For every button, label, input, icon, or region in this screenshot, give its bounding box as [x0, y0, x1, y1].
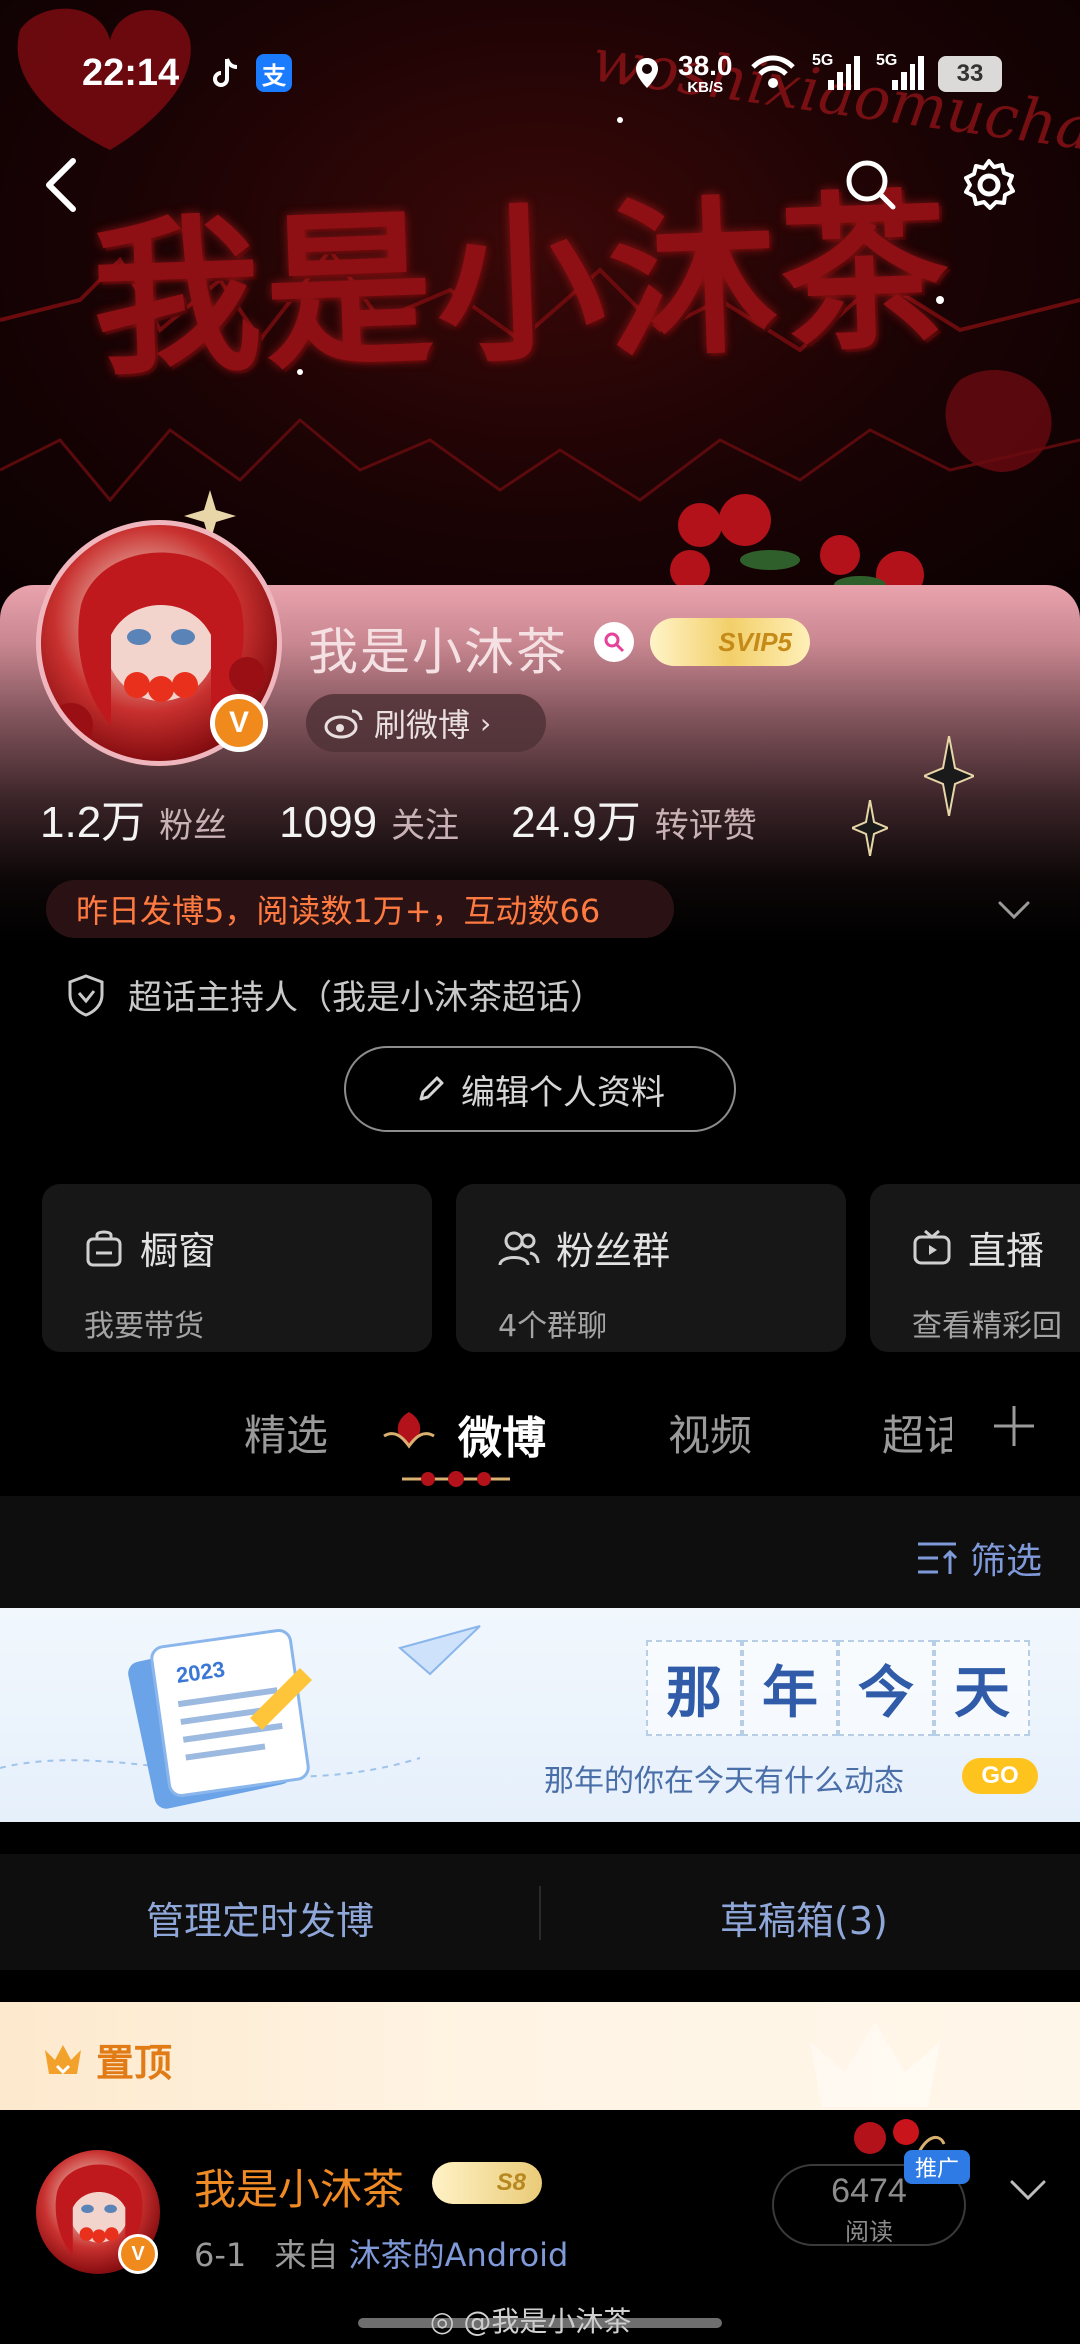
chevron-down-icon[interactable]: [994, 890, 1034, 930]
profile-stats: 1.2万 粉丝 1099 关注 24.9万 转评赞: [40, 786, 809, 850]
edit-profile-button[interactable]: 编辑个人资料: [344, 1046, 736, 1132]
feature-subtitle-fan-group: 4个群聊: [498, 1309, 608, 1344]
pinned-header: 置顶: [0, 2002, 1080, 2110]
edit-profile-label: 编辑个人资料: [461, 1072, 665, 1113]
feature-card-live[interactable]: 直播 查看精彩回: [870, 1184, 1080, 1352]
scheduled-posts-button[interactable]: 管理定时发博: [146, 1890, 374, 1945]
alipay-icon: 支: [256, 54, 292, 92]
followers-count[interactable]: 1.2万: [40, 786, 145, 850]
post-date: 6-1: [194, 2236, 247, 2274]
pinned-text: 置顶: [96, 2041, 173, 2085]
title-char: 年: [742, 1640, 838, 1736]
crown-watermark-icon: [810, 2022, 940, 2107]
net-speed: 38.0 KB/S: [678, 50, 733, 96]
tab-weibo[interactable]: 微博: [458, 1402, 546, 1466]
title-char: 今: [838, 1640, 934, 1736]
signal-1-label: 5G: [812, 52, 834, 69]
drafts-button[interactable]: 草稿箱(3): [720, 1890, 888, 1945]
back-arrow-icon: [46, 158, 76, 212]
feature-title-fan-group: 粉丝群: [556, 1229, 671, 1273]
profile-tabs: 精选 微博 视频 超话: [0, 1386, 1080, 1496]
shield-icon: [68, 973, 104, 1017]
tab-featured[interactable]: 精选: [244, 1402, 328, 1463]
banner-title: 我是小沐茶: [89, 171, 956, 399]
pinned-label: 置顶: [42, 2032, 172, 2087]
following-count[interactable]: 1099: [279, 798, 377, 848]
feature-subtitle-live: 查看精彩回: [912, 1309, 1062, 1344]
add-tab-icon[interactable]: [990, 1402, 1038, 1450]
shua-weibo-button[interactable]: 刷微博 ›: [306, 694, 546, 752]
pencil-icon: [419, 1076, 444, 1101]
verified-badge-icon: V: [210, 694, 268, 752]
signal-2-icon: 5G: [876, 52, 924, 90]
sparkle-icon: [924, 736, 974, 816]
level-badge[interactable]: S8: [432, 2162, 542, 2204]
filter-button[interactable]: 筛选: [916, 1532, 1042, 1584]
read-label: 阅读: [845, 2218, 893, 2246]
weibo-icon: [324, 709, 363, 739]
go-button[interactable]: GO: [962, 1758, 1038, 1794]
daily-summary[interactable]: 昨日发博5，阅读数1万+，互动数66: [46, 880, 674, 938]
calendar-illustration: 2023: [0, 1625, 481, 1809]
battery-indicator: 33: [938, 56, 1002, 92]
back-button[interactable]: [26, 150, 96, 220]
post-from-prefix: 来自: [274, 2236, 339, 2274]
home-indicator[interactable]: [358, 2318, 722, 2328]
group-icon: [498, 1231, 540, 1265]
tab-rose-decoration-icon: [383, 1412, 435, 1449]
search-icon: [846, 160, 896, 210]
tv-icon: [913, 1229, 951, 1264]
shua-weibo-label: 刷微博: [374, 706, 471, 744]
title-char: 那: [646, 1640, 742, 1736]
divider: [539, 1886, 541, 1940]
feature-title-shop: 橱窗: [140, 1229, 217, 1273]
super-topic-host-row[interactable]: 超话主持人（我是小沐茶超话）: [66, 970, 604, 1019]
chevron-down-icon[interactable]: [1006, 2168, 1050, 2212]
title-char: 天: [934, 1640, 1030, 1736]
on-this-day-subtitle: 那年的你在今天有什么动态: [544, 1764, 904, 1799]
tiktok-icon: [208, 54, 242, 92]
clock: 22:14: [82, 52, 180, 94]
settings-button[interactable]: [954, 150, 1024, 220]
on-this-day-banner[interactable]: 2023 那 年 今 天 那年的你在今天有什么动态 GO: [0, 1608, 1080, 1822]
search-button[interactable]: [836, 150, 906, 220]
crown-icon: [45, 2044, 81, 2074]
host-role-label: 超话主持人（我是小沐茶超话）: [128, 978, 604, 1018]
post-source[interactable]: 沐茶的Android: [349, 2236, 569, 2274]
promote-tag[interactable]: 推广: [904, 2150, 970, 2184]
tab-video[interactable]: 视频: [668, 1402, 752, 1463]
likes-label[interactable]: 转评赞: [655, 798, 757, 847]
net-speed-unit: KB/S: [687, 79, 724, 96]
likes-count[interactable]: 24.9万: [511, 786, 641, 850]
net-speed-value: 38.0: [678, 50, 733, 81]
filter-bar: 筛选: [0, 1496, 1080, 1608]
gear-icon: [964, 159, 1015, 210]
sparkle-small-icon: [852, 800, 888, 856]
post-verified-badge-icon: V: [118, 2234, 158, 2274]
signal-1-icon: 5G: [812, 52, 860, 90]
manage-bar: 管理定时发博 草稿箱(3): [0, 1854, 1080, 1970]
svip-badge[interactable]: SVIP5: [650, 618, 810, 666]
wifi-icon: [748, 54, 798, 92]
on-this-day-title: 那 年 今 天: [646, 1640, 1030, 1736]
feature-card-shop[interactable]: 橱窗 我要带货: [42, 1184, 432, 1352]
filter-label: 筛选: [969, 1541, 1042, 1582]
location-icon: [632, 54, 662, 92]
signal-2-label: 5G: [876, 52, 898, 69]
feature-subtitle-shop: 我要带货: [84, 1309, 204, 1344]
following-label[interactable]: 关注: [391, 798, 459, 847]
vip-search-badge-icon[interactable]: [594, 622, 634, 662]
chevron-right-icon: ›: [480, 706, 492, 740]
feature-title-live: 直播: [968, 1229, 1045, 1273]
post-author-name[interactable]: 我是小沐茶: [194, 2156, 404, 2217]
profile-username: 我是小沐茶: [308, 623, 568, 681]
followers-label[interactable]: 粉丝: [159, 798, 227, 847]
filter-sort-icon: [917, 1542, 958, 1574]
tab-active-indicator: [402, 1471, 510, 1487]
shop-bag-icon: [86, 1230, 122, 1266]
feature-card-fan-group[interactable]: 粉丝群 4个群聊: [456, 1184, 846, 1352]
status-bar: 22:14 支 38.0 KB/S 5G 5G 33: [0, 0, 1080, 140]
tab-super-topic[interactable]: 超话: [882, 1402, 952, 1463]
post-meta: 6-1 来自 沐茶的Android: [194, 2230, 568, 2276]
